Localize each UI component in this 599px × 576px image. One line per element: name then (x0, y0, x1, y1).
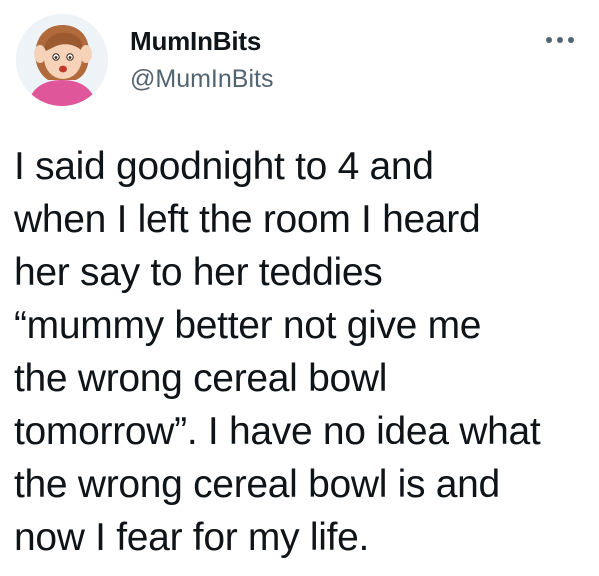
tweet-text: I said goodnight to 4 and when I left th… (14, 145, 541, 559)
more-options-button[interactable] (540, 30, 580, 50)
author-display-name[interactable]: MumInBits (130, 26, 261, 56)
avatar[interactable] (16, 14, 108, 106)
more-horizontal-icon (546, 37, 574, 43)
author-handle[interactable]: @MumInBits (130, 64, 273, 94)
cartoon-mum-avatar-icon (16, 14, 108, 106)
tweet-card: MumInBits @MumInBits I said goodnight to… (0, 0, 599, 576)
